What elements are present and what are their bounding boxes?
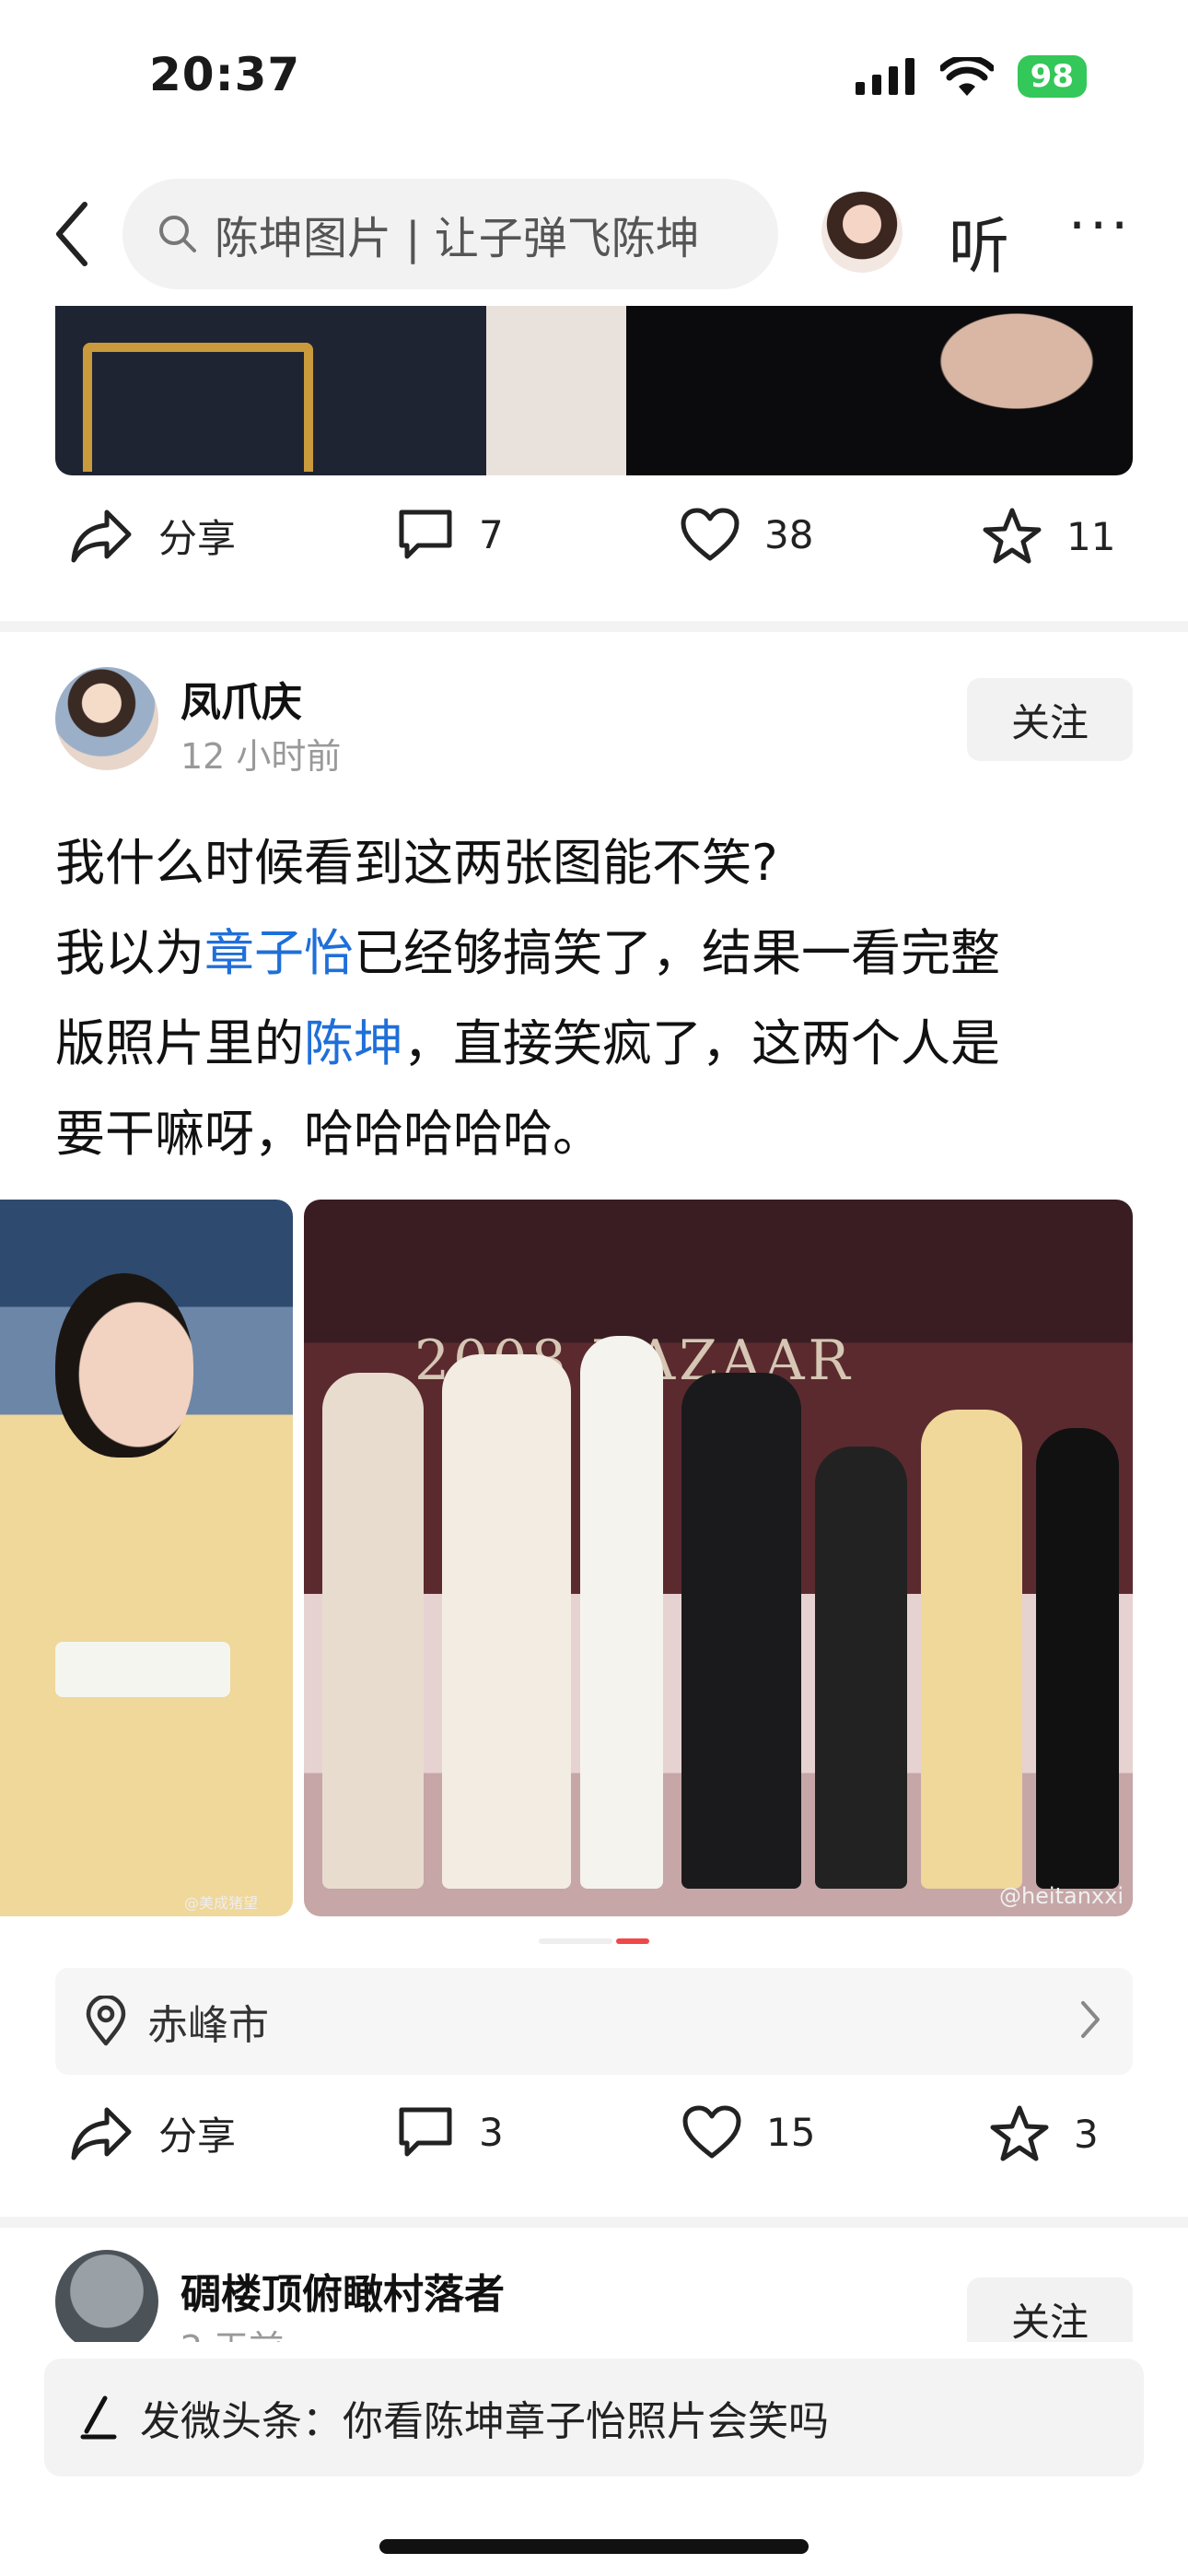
post-line: 版照片里的陈坤，直接笑疯了，这两个人是 bbox=[55, 999, 1142, 1089]
compose-placeholder: 发微头条：你看陈坤章子怡照片会笑吗 bbox=[140, 2398, 829, 2445]
signal-icon bbox=[855, 58, 914, 95]
follow-button[interactable]: 关注 bbox=[967, 678, 1133, 761]
section-divider bbox=[0, 2217, 1188, 2228]
author-avatar[interactable] bbox=[55, 667, 158, 770]
carousel-dot-active bbox=[616, 1938, 649, 1944]
dress-belt-graphic bbox=[55, 1642, 230, 1697]
post-text: 我以为 bbox=[55, 924, 204, 982]
favorite-button[interactable]: 3 bbox=[989, 2104, 1099, 2163]
post-image-right[interactable]: 2008 BAZAAR @heitanxxi bbox=[304, 1200, 1133, 1916]
figure-graphic bbox=[921, 1410, 1022, 1889]
status-bar: 20:37 98 bbox=[0, 0, 1188, 157]
share-button[interactable]: 分享 bbox=[70, 507, 236, 564]
portrait-graphic bbox=[55, 1273, 193, 1458]
post-image-left[interactable]: @美成猪望 bbox=[0, 1200, 293, 1916]
share-label: 分享 bbox=[158, 515, 237, 561]
figure-graphic bbox=[322, 1373, 424, 1889]
post-line: 要干嘛呀，哈哈哈哈哈。 bbox=[55, 1105, 602, 1163]
carousel-dot bbox=[539, 1938, 612, 1944]
post-text: 已经够搞笑了，结果一看完整 bbox=[354, 924, 1000, 982]
comment-count: 7 bbox=[479, 511, 504, 557]
like-count: 38 bbox=[764, 511, 814, 557]
post-line: 我什么时候看到这两张图能不笑? bbox=[55, 834, 778, 892]
author-name[interactable]: 碉楼顶俯瞰村落者 bbox=[181, 2261, 505, 2320]
comment-icon bbox=[399, 2107, 452, 2157]
like-button[interactable]: 15 bbox=[681, 2104, 815, 2160]
star-icon bbox=[990, 2105, 1049, 2161]
star-icon bbox=[983, 508, 1042, 564]
battery-indicator: 98 bbox=[1017, 55, 1087, 98]
home-indicator[interactable] bbox=[379, 2539, 809, 2554]
location-bar[interactable]: 赤峰市 bbox=[55, 1968, 1133, 2075]
share-label: 分享 bbox=[158, 2113, 237, 2159]
image-watermark: @美成猪望 bbox=[184, 1894, 259, 1912]
topic-link-zhangziyi[interactable]: 章子怡 bbox=[204, 924, 354, 982]
post-actions: 分享 3 15 3 bbox=[0, 2086, 1188, 2196]
battery-level: 98 bbox=[1030, 58, 1074, 95]
figure-graphic bbox=[815, 1446, 907, 1889]
wifi-icon bbox=[939, 57, 994, 96]
post-text: 版照片里的 bbox=[55, 1014, 304, 1072]
search-text: 陈坤图片 | 让子弹飞陈坤 bbox=[215, 213, 700, 264]
like-button[interactable]: 38 bbox=[680, 507, 813, 562]
share-icon bbox=[71, 2107, 132, 2160]
more-button[interactable]: ··· bbox=[1068, 193, 1132, 258]
figure-graphic bbox=[1036, 1428, 1119, 1889]
image-watermark: @heitanxxi bbox=[998, 1883, 1124, 1909]
comment-button[interactable]: 7 bbox=[396, 507, 504, 562]
author-name[interactable]: 凤爪庆 bbox=[181, 669, 302, 728]
post-header: 凤爪庆 12 小时前 关注 bbox=[0, 656, 1188, 794]
search-input[interactable]: 陈坤图片 | 让子弹飞陈坤 bbox=[122, 179, 778, 289]
hand-graphic bbox=[884, 306, 1105, 444]
figure-graphic bbox=[442, 1354, 571, 1889]
back-icon bbox=[56, 202, 87, 266]
post-text: ，直接笑疯了，这两个人是 bbox=[403, 1014, 1000, 1072]
like-count: 15 bbox=[766, 2109, 816, 2155]
comment-count: 3 bbox=[479, 2109, 504, 2155]
search-icon bbox=[159, 216, 196, 252]
heart-icon bbox=[681, 508, 740, 561]
location-text: 赤峰市 bbox=[147, 2002, 269, 2049]
figure-graphic bbox=[580, 1336, 663, 1889]
comment-icon bbox=[399, 509, 452, 559]
pen-icon bbox=[80, 2395, 117, 2440]
status-time: 20:37 bbox=[149, 48, 301, 101]
previous-post-actions: 分享 7 38 11 bbox=[0, 488, 1188, 599]
post-body[interactable]: 我什么时候看到这两张图能不笑? 我以为章子怡已经够搞笑了，结果一看完整 版照片里… bbox=[55, 818, 1142, 1179]
post-time: 12 小时前 bbox=[181, 736, 342, 777]
status-icons: 98 bbox=[855, 55, 1087, 98]
back-button[interactable] bbox=[44, 197, 99, 271]
chair-graphic bbox=[83, 343, 313, 472]
chevron-right-icon bbox=[1081, 2001, 1100, 2038]
favorite-button[interactable]: 11 bbox=[982, 507, 1115, 566]
section-divider bbox=[0, 621, 1188, 632]
location-icon bbox=[86, 1996, 126, 2046]
previous-post-image[interactable] bbox=[55, 306, 1133, 475]
user-avatar[interactable] bbox=[821, 192, 903, 273]
share-icon bbox=[71, 509, 132, 563]
next-post-header: 碉楼顶俯瞰村落者 2 天前 关注 bbox=[0, 2241, 1188, 2342]
comment-button[interactable]: 3 bbox=[396, 2104, 504, 2160]
listen-button[interactable]: 听 bbox=[949, 197, 1009, 286]
follow-button[interactable]: 关注 bbox=[967, 2277, 1133, 2342]
compose-input[interactable]: 发微头条：你看陈坤章子怡照片会笑吗 bbox=[44, 2359, 1144, 2476]
author-avatar[interactable] bbox=[55, 2250, 158, 2342]
heart-icon bbox=[682, 2105, 741, 2159]
topic-link-chenkun[interactable]: 陈坤 bbox=[304, 1014, 403, 1072]
carousel-indicator bbox=[539, 1938, 649, 1944]
post-time: 2 天前 bbox=[181, 2320, 284, 2342]
favorite-count: 3 bbox=[1074, 2111, 1099, 2157]
figure-graphic bbox=[681, 1373, 801, 1889]
post-line: 我以为章子怡已经够搞笑了，结果一看完整 bbox=[55, 908, 1142, 999]
favorite-count: 11 bbox=[1066, 513, 1116, 559]
nav-bar: 陈坤图片 | 让子弹飞陈坤 听 ··· bbox=[0, 175, 1188, 295]
share-button[interactable]: 分享 bbox=[70, 2104, 236, 2161]
